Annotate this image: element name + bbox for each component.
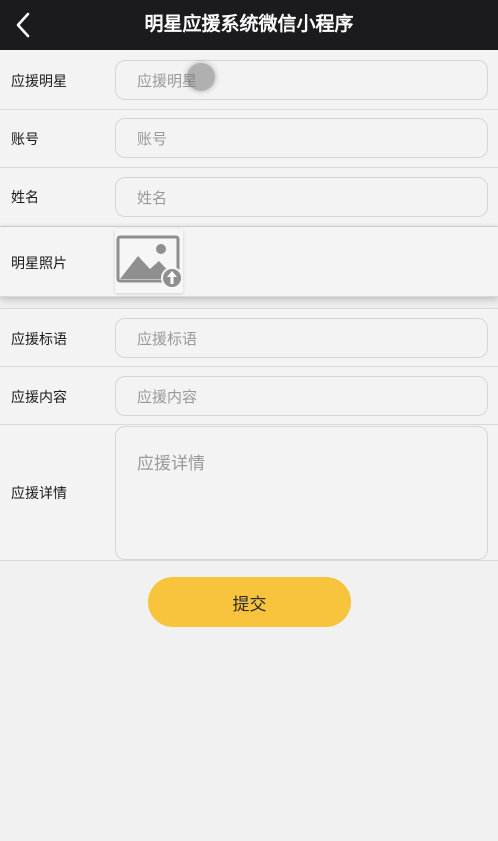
form-row-account: 账号 账号 xyxy=(0,110,498,168)
name-input[interactable]: 姓名 xyxy=(115,177,488,217)
form-row-content: 应援内容 应援内容 xyxy=(0,367,498,425)
touch-indicator xyxy=(187,63,215,91)
photo-label: 明星照片 xyxy=(11,256,67,272)
form-row-details: 应援详情 应援详情 xyxy=(0,425,498,561)
name-label: 姓名 xyxy=(11,190,39,206)
account-label: 账号 xyxy=(11,132,39,148)
nav-bar: 明星应援系统微信小程序 xyxy=(0,0,498,50)
support-form: 应援明星 应援明星 账号 账号 姓名 姓名 明星照片 应援标语 应援标语 应援内… xyxy=(0,50,498,561)
slogan-input[interactable]: 应援标语 xyxy=(115,318,488,358)
form-row-slogan: 应援标语 应援标语 xyxy=(0,309,498,367)
image-upload-icon xyxy=(116,235,183,289)
submit-button[interactable]: 提交 xyxy=(148,577,351,627)
slogan-label: 应援标语 xyxy=(11,332,67,348)
form-row-photo: 明星照片 xyxy=(0,227,498,297)
content-input[interactable]: 应援内容 xyxy=(115,376,488,416)
form-row-star: 应援明星 应援明星 xyxy=(0,50,498,110)
details-label: 应援详情 xyxy=(11,486,67,502)
star-label: 应援明星 xyxy=(11,74,67,90)
section-gap xyxy=(0,297,498,309)
star-input[interactable]: 应援明星 xyxy=(115,60,488,100)
page-title: 明星应援系统微信小程序 xyxy=(144,13,354,35)
content-label: 应援内容 xyxy=(11,390,67,406)
photo-upload-button[interactable] xyxy=(115,229,183,293)
details-textarea[interactable]: 应援详情 xyxy=(115,426,488,560)
form-row-name: 姓名 姓名 xyxy=(0,168,498,227)
account-input[interactable]: 账号 xyxy=(115,118,488,158)
